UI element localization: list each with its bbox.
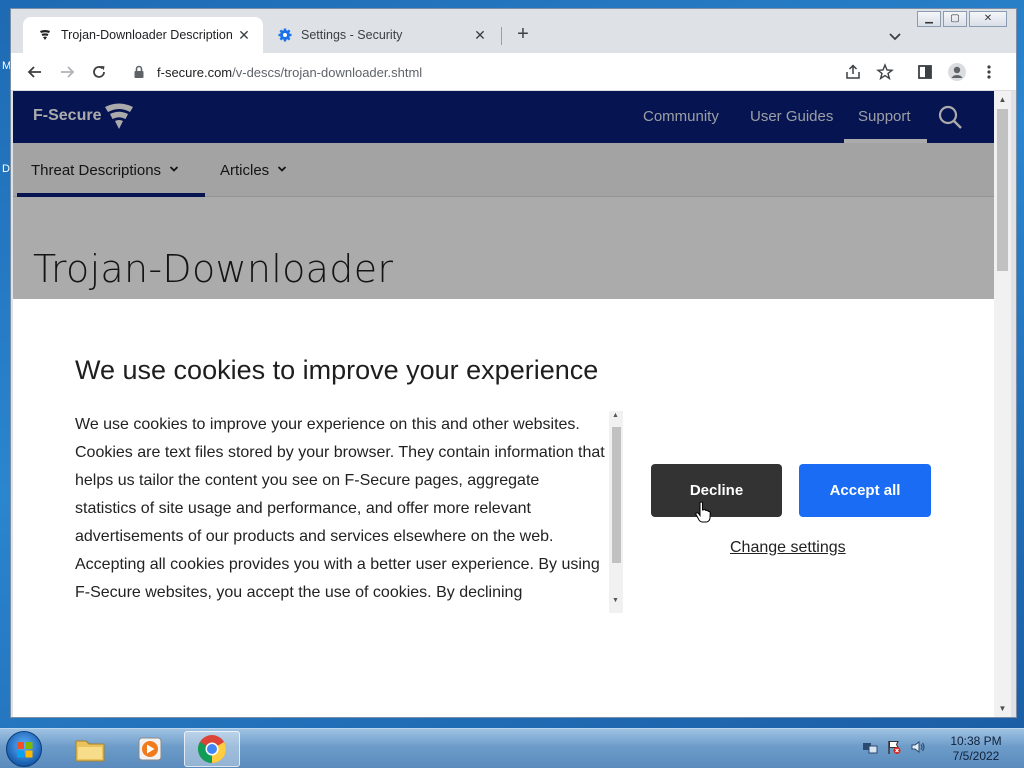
cookie-consent-panel: We use cookies to improve your experienc… (13, 299, 994, 717)
start-button[interactable] (6, 731, 42, 767)
tab-title: Settings - Security (301, 28, 403, 42)
system-tray (862, 739, 926, 755)
bookmark-star-icon[interactable] (873, 60, 897, 84)
tab-trojan-downloader[interactable]: Trojan-Downloader Description | ✕ (23, 17, 263, 53)
cookie-text-scrollbar[interactable]: ▲ ▼ (609, 411, 623, 613)
scroll-down-arrow-icon[interactable]: ▼ (612, 597, 619, 604)
tab-strip: Trojan-Downloader Description | ✕ Settin… (11, 9, 1016, 53)
tab-title: Trojan-Downloader Description | (61, 28, 235, 42)
gear-icon (277, 27, 293, 43)
url-path: /v-descs/trojan-downloader.shtml (232, 64, 423, 80)
scroll-up-arrow-icon[interactable]: ▲ (998, 95, 1007, 104)
taskbar-chrome[interactable] (184, 731, 240, 767)
lock-icon (133, 65, 147, 79)
clock-time: 10:38 PM (950, 734, 1002, 748)
minimize-window-icon[interactable]: ▁ (917, 11, 941, 27)
decline-button[interactable]: Decline (651, 464, 782, 517)
hand-pointer-cursor-icon (695, 501, 711, 523)
fsecure-favicon-icon (37, 27, 53, 43)
taskbar-explorer[interactable] (62, 731, 118, 767)
reload-icon[interactable] (87, 60, 111, 84)
scroll-down-arrow-icon[interactable]: ▼ (998, 704, 1007, 713)
back-arrow-icon[interactable] (23, 60, 47, 84)
scrollbar-thumb[interactable] (612, 427, 621, 563)
system-clock[interactable]: 10:38 PM 7/5/2022 (944, 734, 1008, 764)
volume-speaker-icon[interactable] (910, 739, 926, 755)
accept-all-button[interactable]: Accept all (799, 464, 931, 517)
page-viewport: F-Secure Community User Guides Support T… (13, 91, 994, 717)
cookie-body-text: We use cookies to improve your experienc… (75, 416, 605, 601)
tab-separator (501, 27, 502, 45)
profile-avatar-icon[interactable] (945, 60, 969, 84)
chrome-window: Trojan-Downloader Description | ✕ Settin… (10, 8, 1017, 718)
windows-taskbar: 10:38 PM 7/5/2022 (0, 728, 1024, 768)
close-tab-icon[interactable]: ✕ (235, 26, 253, 44)
close-window-icon[interactable]: ✕ (969, 11, 1007, 27)
side-panel-icon[interactable] (913, 60, 937, 84)
scroll-up-arrow-icon[interactable]: ▲ (612, 412, 619, 419)
new-tab-button[interactable]: + (511, 23, 535, 47)
tab-search-chevron-icon[interactable] (885, 26, 905, 46)
restore-window-icon[interactable]: ▢ (943, 11, 967, 27)
close-tab-icon[interactable]: ✕ (471, 26, 489, 44)
forward-arrow-icon[interactable] (55, 60, 79, 84)
url-host: f-secure.com (157, 64, 233, 80)
tab-settings-security[interactable]: Settings - Security ✕ (265, 17, 499, 53)
taskbar-media-player[interactable] (122, 731, 178, 767)
change-settings-link[interactable]: Change settings (730, 539, 846, 557)
clock-date: 7/5/2022 (952, 749, 1000, 763)
windows-logo-icon (17, 742, 33, 758)
browser-toolbar: f-secure.com/v-descs/trojan-downloader.s… (11, 53, 1016, 91)
modal-overlay (13, 91, 994, 299)
share-icon[interactable] (841, 60, 865, 84)
folder-icon (75, 740, 105, 762)
action-center-flag-icon[interactable] (886, 739, 902, 755)
scrollbar-thumb[interactable] (997, 109, 1008, 271)
desktop-icon-label-fragment: D (2, 163, 10, 175)
cookie-heading: We use cookies to improve your experienc… (75, 355, 599, 385)
chrome-icon (198, 735, 226, 763)
media-player-icon (138, 737, 162, 761)
address-bar[interactable]: f-secure.com/v-descs/trojan-downloader.s… (123, 58, 905, 86)
network-icon[interactable] (862, 739, 878, 755)
page-scrollbar[interactable]: ▲ ▼ (994, 91, 1011, 717)
menu-kebab-icon[interactable] (977, 60, 1001, 84)
